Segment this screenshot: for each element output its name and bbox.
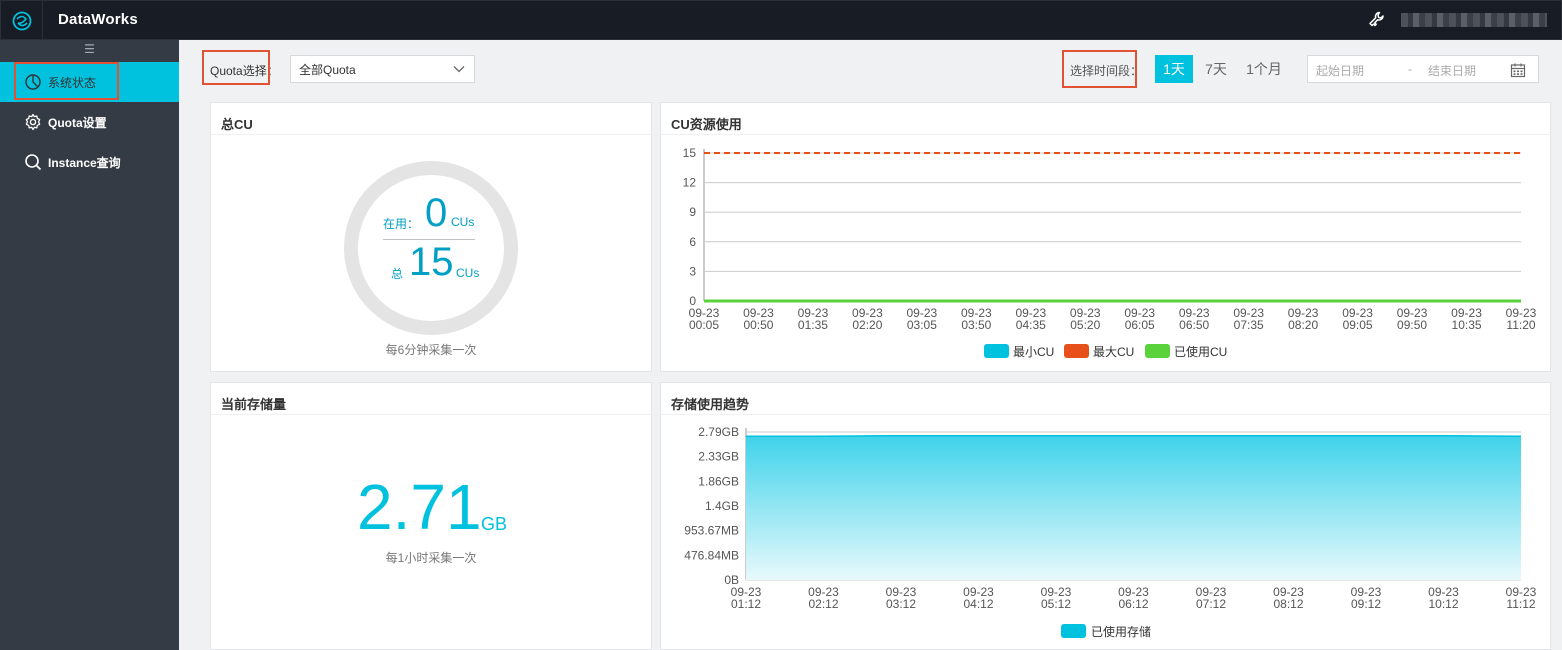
sidebar: ☰ 系统状态 Quota设置 Instance查询	[0, 40, 179, 650]
total-cu-card: 总CU 在用： 0 CUs 总 15 CUs 每6分钟采集一次	[210, 102, 652, 372]
x-tick-time: 03:12	[886, 597, 916, 611]
legend-label: 最大CU	[1093, 345, 1134, 359]
x-tick-time: 10:35	[1452, 318, 1482, 332]
x-tick-time: 04:35	[1016, 318, 1046, 332]
x-tick-time: 00:50	[743, 318, 773, 332]
highlight-annotation-time-range	[1062, 50, 1137, 88]
storage-trend-chart: 0B476.84MB953.67MB1.4GB1.86GB2.33GB2.79G…	[684, 425, 1536, 639]
legend-label: 已使用CU	[1174, 344, 1227, 359]
in-use-label: 在用：	[383, 217, 420, 231]
quota-select-value: 全部Quota	[299, 62, 356, 77]
legend-swatch	[1145, 344, 1170, 358]
total-value: 15	[409, 240, 454, 284]
x-tick-time: 01:35	[798, 318, 828, 332]
storage-trend-card: 存储使用趋势 0B 476.84MB 953.67MB 1.4GB 1.86GB 2.33…	[660, 382, 1551, 650]
card-title: 存储使用趋势	[671, 397, 750, 412]
time-option-1-month[interactable]: 1个月	[1238, 55, 1290, 83]
cu-collection-note: 每6分钟采集一次	[385, 343, 477, 357]
card-divider	[211, 414, 651, 415]
top-bar: DataWorks	[0, 0, 1562, 40]
time-option-7-days[interactable]: 7天	[1198, 55, 1234, 83]
series-line	[746, 434, 1522, 437]
date-start-input[interactable]: 起始日期	[1316, 62, 1364, 79]
y-tick-label: 476.84MB	[684, 548, 739, 562]
calendar-icon[interactable]	[1510, 62, 1526, 78]
card-title: 当前存储量	[221, 397, 287, 412]
sidebar-item-quota-settings[interactable]: Quota设置	[0, 102, 179, 142]
current-storage-card: 当前存储量 2.71 GB 每1小时采集一次	[210, 382, 652, 650]
x-tick-time: 09:05	[1343, 318, 1373, 332]
cu-usage-chart: 0369121509-2300:0509-2300:5009-2301:3509…	[683, 146, 1537, 359]
dataworks-logo[interactable]	[1, 1, 43, 40]
storage-collection-note: 每1小时采集一次	[385, 551, 477, 565]
legend-label: 最小CU	[1013, 345, 1054, 359]
menu-toggle-icon[interactable]: ☰	[0, 40, 179, 60]
date-end-input[interactable]: 结束日期	[1428, 62, 1476, 79]
x-tick-time: 02:20	[852, 318, 882, 332]
storage-unit: GB	[481, 514, 508, 534]
date-separator: -	[1408, 62, 1412, 76]
date-range-picker[interactable]: 起始日期 - 结束日期	[1307, 55, 1539, 83]
x-tick-time: 03:05	[907, 318, 937, 332]
x-tick-time: 09:12	[1351, 597, 1381, 611]
total-label: 总	[391, 267, 404, 281]
y-tick-label: 1.4GB	[705, 499, 739, 513]
x-tick-time: 06:12	[1118, 597, 1148, 611]
dataworks-logo-icon	[12, 11, 32, 31]
app-title: DataWorks	[58, 11, 138, 28]
legend-swatch	[1064, 344, 1089, 358]
highlight-annotation-quota	[202, 50, 270, 85]
storage-value: 2.71	[357, 471, 482, 543]
x-tick-time: 10:12	[1428, 597, 1458, 611]
y-tick-label: 12	[683, 176, 697, 190]
x-tick-time: 05:20	[1070, 318, 1100, 332]
card-title: CU资源使用	[671, 117, 742, 132]
series-area	[746, 435, 1521, 580]
x-tick-time: 07:12	[1196, 597, 1226, 611]
legend-label: 已使用存储	[1091, 624, 1151, 639]
x-tick-time: 03:50	[961, 318, 991, 332]
in-use-unit: CUs	[451, 215, 475, 229]
y-tick-label: 953.67MB	[684, 524, 739, 538]
x-tick-time: 07:35	[1234, 318, 1264, 332]
x-tick-time: 08:12	[1273, 597, 1303, 611]
wrench-icon[interactable]	[1367, 10, 1387, 30]
y-tick-label: 1.86GB	[698, 474, 739, 488]
y-tick-label: 15	[683, 146, 697, 160]
total-unit: CUs	[456, 266, 480, 280]
x-tick-time: 00:05	[689, 318, 719, 332]
y-tick-label: 6	[689, 235, 696, 249]
quota-select[interactable]: 全部Quota	[290, 55, 475, 83]
gear-icon	[24, 113, 42, 131]
legend-swatch	[1061, 624, 1086, 638]
y-tick-label: 9	[689, 205, 696, 219]
x-tick-time: 01:12	[731, 597, 761, 611]
x-tick-time: 09:50	[1397, 318, 1427, 332]
x-tick-time: 11:20	[1506, 318, 1535, 332]
cu-usage-card: CU资源使用 0 3 6 9 12 15 09-23 00:05 09-23 00:50 09-23…	[660, 102, 1551, 372]
x-tick-time: 05:12	[1041, 597, 1071, 611]
x-tick-time: 08:20	[1288, 318, 1318, 332]
search-icon	[24, 153, 42, 171]
card-divider	[211, 134, 651, 135]
time-option-1-day[interactable]: 1天	[1155, 55, 1193, 83]
x-tick-time: 06:50	[1179, 318, 1209, 332]
sidebar-item-label: Instance查询	[48, 155, 121, 170]
legend-swatch	[984, 344, 1009, 358]
y-tick-label: 2.33GB	[698, 450, 739, 464]
y-tick-label: 2.79GB	[698, 425, 739, 439]
x-tick-time: 02:12	[808, 597, 838, 611]
user-account-blurred[interactable]	[1401, 13, 1547, 27]
x-tick-time: 04:12	[963, 597, 993, 611]
y-tick-label: 3	[689, 264, 696, 278]
chevron-down-icon	[453, 66, 465, 73]
highlight-annotation-system-status	[14, 62, 119, 100]
x-tick-time: 06:05	[1125, 318, 1155, 332]
sidebar-item-instance-query[interactable]: Instance查询	[0, 142, 179, 182]
sidebar-item-label: Quota设置	[48, 115, 107, 130]
x-tick-time: 11:12	[1506, 597, 1535, 611]
card-title: 总CU	[221, 117, 253, 132]
in-use-value: 0	[425, 191, 448, 235]
